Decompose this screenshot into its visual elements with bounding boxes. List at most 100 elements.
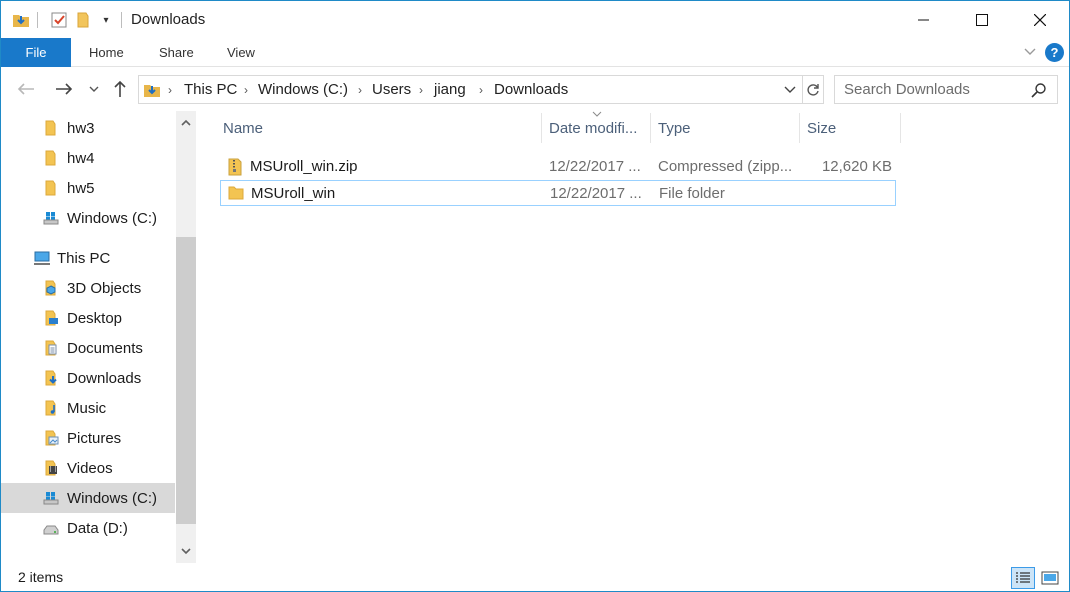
drive-icon bbox=[43, 520, 59, 536]
documents-icon bbox=[43, 340, 59, 356]
status-bar: 2 items bbox=[1, 563, 1069, 591]
item-count: 2 items bbox=[18, 569, 64, 585]
downloads-icon bbox=[43, 370, 59, 386]
videos-icon bbox=[43, 460, 59, 476]
column-header-size[interactable]: Size bbox=[799, 111, 899, 145]
nav-item-desktop[interactable]: Desktop bbox=[1, 303, 175, 333]
folder-icon bbox=[43, 150, 59, 166]
breadcrumb-separator-icon: › bbox=[419, 83, 423, 97]
recent-locations-button[interactable] bbox=[87, 79, 101, 99]
address-history-icon[interactable] bbox=[784, 82, 796, 98]
nav-item-windows-c[interactable]: Windows (C:) bbox=[1, 483, 175, 513]
breadcrumb-separator-icon: › bbox=[244, 83, 248, 97]
breadcrumb-windows-c[interactable]: Windows (C:) bbox=[258, 81, 348, 98]
up-arrow-icon bbox=[114, 80, 126, 97]
large-icons-view-button[interactable] bbox=[1038, 567, 1062, 589]
nav-item-label: Pictures bbox=[67, 429, 122, 447]
downloads-location-icon bbox=[143, 81, 161, 102]
breadcrumb-separator-icon: › bbox=[168, 83, 172, 97]
refresh-button[interactable] bbox=[802, 75, 824, 104]
search-box[interactable] bbox=[834, 75, 1058, 104]
details-view-button[interactable] bbox=[1011, 567, 1035, 589]
navigation-pane: hw3 hw4 hw5 Windows (C:) This PC 3D Obje… bbox=[1, 111, 197, 563]
file-row[interactable]: MSUroll_win.zip 12/22/2017 ... Compresse… bbox=[220, 154, 896, 180]
nav-item-hw5[interactable]: hw5 bbox=[1, 173, 175, 203]
breadcrumb-this-pc[interactable]: This PC bbox=[184, 81, 237, 98]
nav-item-label: Windows (C:) bbox=[67, 489, 158, 507]
music-icon bbox=[43, 400, 59, 416]
large-icons-view-icon bbox=[1041, 571, 1059, 585]
tab-share[interactable]: Share bbox=[159, 38, 194, 67]
file-size: 12,620 KB bbox=[821, 158, 892, 175]
breadcrumb-users[interactable]: Users bbox=[372, 81, 411, 98]
title-bar: ▾ Downloads bbox=[1, 1, 1069, 38]
nav-item-this-pc[interactable]: This PC bbox=[1, 243, 175, 273]
close-icon bbox=[1034, 13, 1046, 26]
chevron-down-icon bbox=[89, 86, 99, 92]
nav-item-label: hw5 bbox=[67, 179, 95, 197]
nav-item-label: Downloads bbox=[67, 369, 142, 387]
nav-item-windows-c-quick[interactable]: Windows (C:) bbox=[1, 203, 175, 233]
file-row[interactable]: MSUroll_win 12/22/2017 ... File folder bbox=[220, 180, 896, 206]
nav-item-pictures[interactable]: Pictures bbox=[1, 423, 175, 453]
properties-icon[interactable] bbox=[49, 10, 69, 30]
back-button[interactable] bbox=[15, 79, 37, 99]
maximize-button[interactable] bbox=[953, 1, 1011, 38]
drive-icon bbox=[43, 490, 59, 506]
ribbon: File Home Share View ? bbox=[1, 38, 1069, 67]
minimize-button[interactable] bbox=[895, 1, 953, 38]
close-button[interactable] bbox=[1011, 1, 1069, 38]
breadcrumb-separator-icon: › bbox=[358, 83, 362, 97]
scroll-down-icon[interactable] bbox=[176, 541, 196, 561]
tab-view[interactable]: View bbox=[227, 38, 255, 67]
nav-item-label: This PC bbox=[57, 249, 111, 267]
nav-item-3d-objects[interactable]: 3D Objects bbox=[1, 273, 175, 303]
file-name: MSUroll_win bbox=[251, 185, 336, 202]
breadcrumb-downloads[interactable]: Downloads bbox=[494, 81, 568, 98]
nav-pane-scrollbar[interactable] bbox=[176, 111, 196, 563]
search-input[interactable] bbox=[844, 81, 1024, 98]
breadcrumb-jiang[interactable]: jiang bbox=[434, 81, 466, 98]
column-header-name[interactable]: Name bbox=[215, 111, 541, 145]
file-name: MSUroll_win.zip bbox=[250, 158, 358, 175]
folder-icon bbox=[43, 180, 59, 196]
tab-home[interactable]: Home bbox=[89, 38, 124, 67]
refresh-icon bbox=[806, 83, 819, 96]
nav-item-data-d[interactable]: Data (D:) bbox=[1, 513, 175, 543]
forward-button[interactable] bbox=[53, 79, 75, 99]
file-type: Compressed (zipp... bbox=[658, 158, 792, 175]
nav-item-hw4[interactable]: hw4 bbox=[1, 143, 175, 173]
address-bar[interactable]: › This PC › Windows (C:) › Users › jiang… bbox=[138, 75, 803, 104]
customize-toolbar-icon[interactable]: ▾ bbox=[98, 10, 114, 30]
up-button[interactable] bbox=[109, 79, 131, 99]
desktop-icon bbox=[43, 310, 59, 326]
file-tab[interactable]: File bbox=[1, 38, 71, 67]
column-header-type[interactable]: Type bbox=[650, 111, 798, 145]
details-view-icon bbox=[1016, 572, 1030, 583]
window-title: Downloads bbox=[131, 11, 206, 28]
nav-item-label: Documents bbox=[67, 339, 143, 357]
nav-item-label: hw4 bbox=[67, 149, 95, 167]
help-icon[interactable]: ? bbox=[1045, 43, 1064, 62]
breadcrumb-separator-icon: › bbox=[479, 83, 483, 97]
expand-ribbon-icon[interactable] bbox=[1023, 44, 1037, 61]
scroll-up-icon[interactable] bbox=[176, 113, 196, 133]
nav-item-label: 3D Objects bbox=[67, 279, 142, 297]
zip-folder-icon bbox=[227, 158, 243, 176]
scrollbar-thumb[interactable] bbox=[176, 237, 196, 524]
file-date: 12/22/2017 ... bbox=[549, 158, 641, 175]
nav-item-label: Videos bbox=[67, 459, 113, 477]
navigation-bar: › This PC › Windows (C:) › Users › jiang… bbox=[1, 67, 1069, 111]
nav-item-documents[interactable]: Documents bbox=[1, 333, 175, 363]
nav-item-videos[interactable]: Videos bbox=[1, 453, 175, 483]
nav-item-label: hw3 bbox=[67, 119, 95, 137]
search-icon[interactable] bbox=[1031, 82, 1047, 101]
column-header-date[interactable]: Date modifi... bbox=[541, 111, 649, 145]
downloads-quick-icon[interactable] bbox=[11, 10, 31, 30]
nav-item-hw3[interactable]: hw3 bbox=[1, 113, 175, 143]
file-explorer-window: ▾ Downloads File Home Share View ? › Thi… bbox=[0, 0, 1070, 592]
new-folder-icon[interactable] bbox=[74, 10, 94, 30]
nav-item-music[interactable]: Music bbox=[1, 393, 175, 423]
drive-icon bbox=[43, 210, 59, 226]
nav-item-downloads[interactable]: Downloads bbox=[1, 363, 175, 393]
